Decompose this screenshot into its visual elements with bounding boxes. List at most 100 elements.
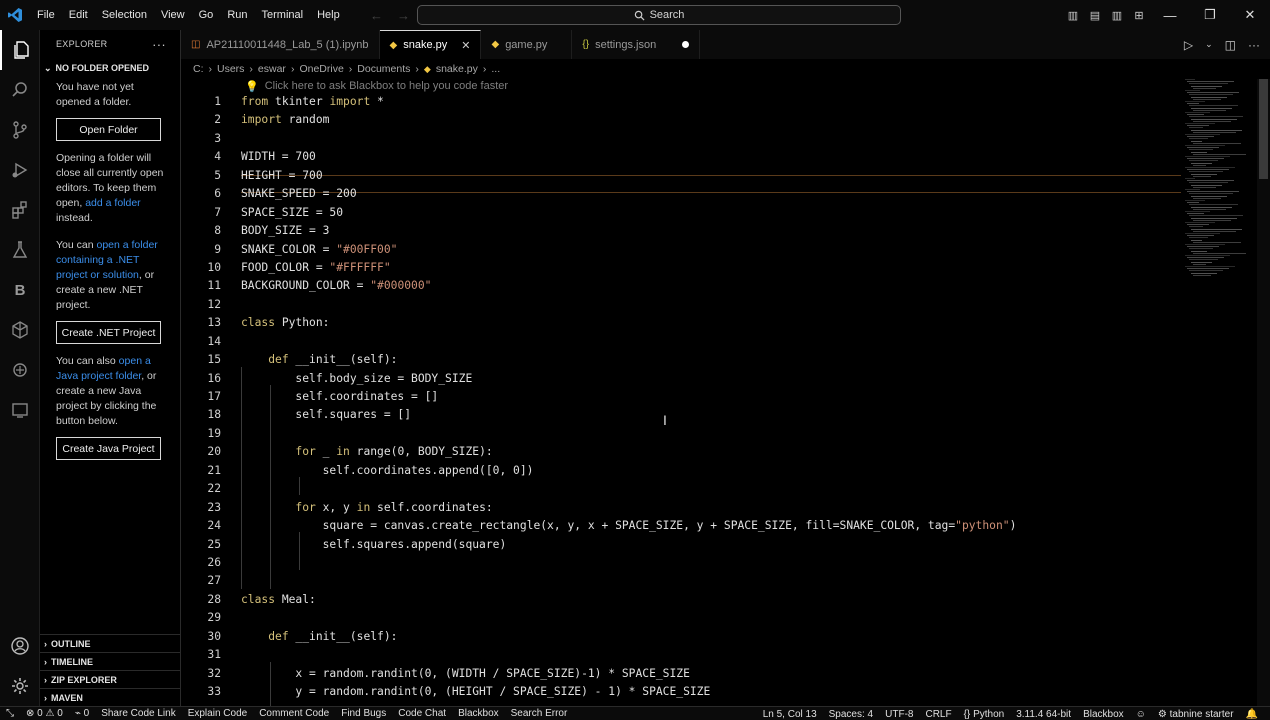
code-line[interactable]: 32 x = random.randint(0, (WIDTH / SPACE_… bbox=[181, 665, 1256, 683]
search-error[interactable]: Search Error bbox=[505, 708, 574, 719]
code-line[interactable]: 22 bbox=[181, 480, 1256, 498]
remote-icon[interactable]: ⤡ bbox=[0, 708, 20, 719]
code-line[interactable]: 17 self.coordinates = [] bbox=[181, 388, 1256, 406]
code-line[interactable]: 8 BODY_SIZE = 3 bbox=[181, 222, 1256, 240]
tab-game-py[interactable]: ◆ game.py bbox=[481, 30, 573, 59]
code-line[interactable]: 7 SPACE_SIZE = 50 bbox=[181, 204, 1256, 222]
code-line[interactable]: 28 class Meal: bbox=[181, 591, 1256, 609]
code-line[interactable]: 18 self.squares = [] bbox=[181, 406, 1256, 424]
forward-arrow-icon[interactable]: → bbox=[397, 8, 410, 23]
breadcrumb-item[interactable]: snake.py bbox=[436, 63, 478, 75]
code-line[interactable]: 33 y = random.randint(0, (HEIGHT / SPACE… bbox=[181, 683, 1256, 701]
code-line[interactable]: 11 BACKGROUND_COLOR = "#000000" bbox=[181, 277, 1256, 295]
minimize-icon[interactable]: — bbox=[1150, 0, 1190, 30]
zip-explorer-section[interactable]: › ZIP EXPLORER bbox=[40, 670, 181, 688]
create-dotnet-project-button[interactable]: Create .NET Project bbox=[56, 321, 161, 344]
menu-view[interactable]: View bbox=[154, 0, 192, 30]
breadcrumb-item[interactable]: Documents bbox=[357, 63, 410, 75]
language-mode[interactable]: {} Python bbox=[958, 709, 1011, 720]
maven-section[interactable]: › MAVEN bbox=[40, 688, 181, 706]
menu-help[interactable]: Help bbox=[310, 0, 347, 30]
code-line[interactable]: 15 def __init__(self): bbox=[181, 351, 1256, 369]
more-actions-icon[interactable]: ··· bbox=[152, 37, 166, 52]
blackbox-hint[interactable]: 💡 Click here to ask Blackbox to help you… bbox=[245, 79, 508, 93]
timeline-section[interactable]: › TIMELINE bbox=[40, 652, 181, 670]
code-line[interactable]: 3 bbox=[181, 130, 1256, 148]
search-box[interactable]: Search bbox=[417, 5, 901, 25]
blackbox-icon[interactable]: B bbox=[0, 270, 40, 310]
menu-edit[interactable]: Edit bbox=[62, 0, 95, 30]
code-line[interactable]: 14 bbox=[181, 333, 1256, 351]
remote-explorer-icon[interactable] bbox=[0, 310, 40, 350]
indentation[interactable]: Spaces: 4 bbox=[823, 709, 879, 720]
explain-code[interactable]: Explain Code bbox=[182, 708, 253, 719]
find-bugs[interactable]: Find Bugs bbox=[335, 708, 392, 719]
tab-snake-py[interactable]: ◆ snake.py ✕ bbox=[379, 30, 482, 59]
breadcrumb-item[interactable]: Users bbox=[217, 63, 244, 75]
toggle-sidebar-icon[interactable]: ▥ bbox=[1062, 0, 1084, 30]
breadcrumb-item[interactable]: C: bbox=[193, 63, 204, 75]
customize-layout-icon[interactable]: ⊞ bbox=[1128, 0, 1150, 30]
no-folder-section[interactable]: ⌄ NO FOLDER OPENED bbox=[40, 58, 180, 78]
code-editor[interactable]: 💡 Click here to ask Blackbox to help you… bbox=[181, 79, 1256, 706]
tab-settings-json[interactable]: {} settings.json bbox=[572, 30, 701, 59]
back-arrow-icon[interactable]: ← bbox=[370, 8, 383, 23]
menu-run[interactable]: Run bbox=[220, 0, 254, 30]
vertical-scrollbar[interactable] bbox=[1257, 79, 1270, 706]
share-code-link[interactable]: Share Code Link bbox=[95, 708, 182, 719]
line-ending[interactable]: CRLF bbox=[919, 709, 957, 720]
add-folder-link[interactable]: add a folder bbox=[85, 197, 140, 209]
code-line[interactable]: 30 def __init__(self): bbox=[181, 628, 1256, 646]
encoding[interactable]: UTF-8 bbox=[879, 709, 919, 720]
close-tab-icon[interactable]: ✕ bbox=[461, 39, 470, 52]
code-line[interactable]: 29 bbox=[181, 609, 1256, 627]
settings-gear-icon[interactable] bbox=[0, 666, 40, 706]
code-line[interactable]: 31 bbox=[181, 646, 1256, 664]
code-line[interactable]: 24 square = canvas.create_rectangle(x, y… bbox=[181, 517, 1256, 535]
blackbox-status[interactable]: Blackbox bbox=[452, 708, 505, 719]
more-actions-icon[interactable]: ··· bbox=[1248, 38, 1260, 52]
code-chat[interactable]: Code Chat bbox=[392, 708, 452, 719]
split-editor-icon[interactable]: ◫ bbox=[1225, 38, 1236, 52]
run-debug-icon[interactable] bbox=[0, 150, 40, 190]
ports-status[interactable]: ⌁ 0 bbox=[69, 708, 95, 719]
chevron-down-icon[interactable]: ⌄ bbox=[1205, 39, 1213, 50]
problems-status[interactable]: ⊗ 0 ⚠ 0 bbox=[20, 708, 69, 719]
feedback-icon[interactable]: ☺ bbox=[1130, 709, 1152, 720]
python-interpreter[interactable]: 3.11.4 64-bit bbox=[1010, 709, 1077, 720]
run-file-icon[interactable]: ▷ bbox=[1184, 38, 1193, 52]
tabnine-status[interactable]: ⚙ tabnine starter bbox=[1152, 709, 1240, 720]
close-window-icon[interactable]: ✕ bbox=[1230, 0, 1270, 30]
breadcrumb-item[interactable]: OneDrive bbox=[299, 63, 343, 75]
code-line[interactable]: 4 WIDTH = 700 bbox=[181, 148, 1256, 166]
code-line[interactable]: 12 bbox=[181, 296, 1256, 314]
extensions-icon[interactable] bbox=[0, 190, 40, 230]
code-line[interactable]: 27 bbox=[181, 572, 1256, 590]
breadcrumb-item[interactable]: eswar bbox=[258, 63, 286, 75]
restore-icon[interactable]: ❐ bbox=[1190, 0, 1230, 30]
remote-window-icon[interactable] bbox=[0, 390, 40, 430]
minimap[interactable] bbox=[1181, 79, 1256, 379]
code-line[interactable]: 25 self.squares.append(square) bbox=[181, 536, 1256, 554]
menu-terminal[interactable]: Terminal bbox=[255, 0, 311, 30]
explorer-icon[interactable] bbox=[0, 30, 40, 70]
java-icon[interactable] bbox=[0, 350, 40, 390]
source-control-icon[interactable] bbox=[0, 110, 40, 150]
code-line[interactable]: 6 SNAKE_SPEED = 200 bbox=[181, 185, 1256, 203]
comment-code[interactable]: Comment Code bbox=[253, 708, 335, 719]
account-icon[interactable] bbox=[0, 626, 40, 666]
outline-section[interactable]: › OUTLINE bbox=[40, 634, 181, 652]
unsaved-dot-icon[interactable] bbox=[682, 41, 690, 48]
create-java-project-button[interactable]: Create Java Project bbox=[56, 437, 161, 460]
code-line[interactable]: 5 HEIGHT = 700 bbox=[181, 167, 1256, 185]
breadcrumb-item[interactable]: ... bbox=[491, 63, 500, 75]
code-line[interactable]: 26 bbox=[181, 554, 1256, 572]
code-line[interactable]: 19 bbox=[181, 425, 1256, 443]
cursor-position[interactable]: Ln 5, Col 13 bbox=[757, 709, 823, 720]
toggle-panel-icon[interactable]: ▤ bbox=[1084, 0, 1106, 30]
search-view-icon[interactable] bbox=[0, 70, 40, 110]
code-line[interactable]: 10 FOOD_COLOR = "#FFFFFF" bbox=[181, 259, 1256, 277]
code-line[interactable]: 2 import random bbox=[181, 111, 1256, 129]
code-line[interactable]: 20 for _ in range(0, BODY_SIZE): bbox=[181, 443, 1256, 461]
code-line[interactable]: 1 from tkinter import * bbox=[181, 93, 1256, 111]
